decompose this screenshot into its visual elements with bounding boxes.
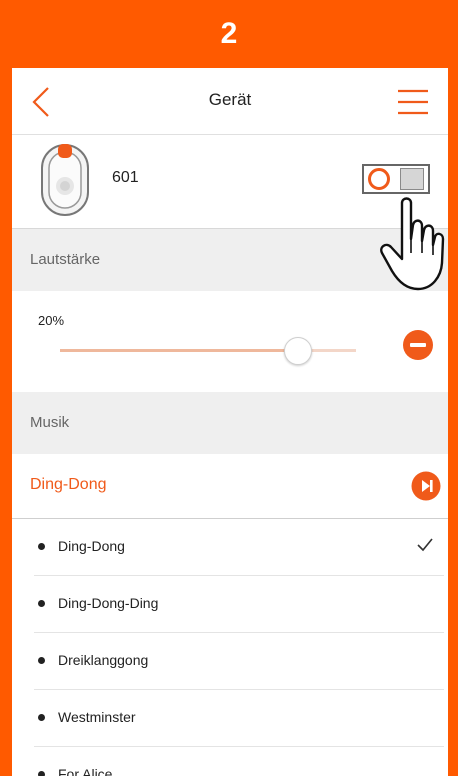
song-item[interactable]: For Alice xyxy=(34,747,444,776)
device-name: 601 xyxy=(112,169,139,186)
frame-border-left xyxy=(0,68,12,776)
song-label: Westminster xyxy=(58,709,136,725)
bullet xyxy=(38,657,45,664)
song-label: Dreiklanggong xyxy=(58,652,149,668)
menu-button[interactable] xyxy=(396,88,430,116)
bullet xyxy=(38,771,45,776)
volume-row: 20% xyxy=(12,291,448,392)
minus-circle-icon xyxy=(403,330,433,360)
song-label: Ding-Dong xyxy=(58,538,125,554)
slider-fill xyxy=(60,349,297,352)
play-preview-button[interactable] xyxy=(411,471,441,501)
frame-border-right xyxy=(448,68,458,776)
checkmark-icon xyxy=(417,538,433,552)
song-item[interactable]: Westminster xyxy=(34,690,444,747)
song-item[interactable]: Ding-Dong-Ding xyxy=(34,576,444,633)
volume-slider[interactable] xyxy=(60,337,356,365)
play-next-icon xyxy=(411,471,441,501)
song-label: For Alice xyxy=(58,766,113,776)
volume-decrease-button[interactable] xyxy=(402,329,434,361)
device-power-toggle[interactable] xyxy=(362,164,430,194)
bullet xyxy=(38,543,45,550)
hamburger-menu-icon xyxy=(398,89,428,115)
device-row: 601 xyxy=(12,134,448,229)
tutorial-frame: 2 Gerät 601 Lautstärke 20% Musik Ding-Do… xyxy=(0,0,458,776)
selected-song: Ding-Dong xyxy=(30,476,107,493)
volume-value: 20% xyxy=(38,313,65,328)
song-label: Ding-Dong-Ding xyxy=(58,595,159,611)
bullet xyxy=(38,714,45,721)
app-screen: Gerät 601 Lautstärke 20% Musik Ding-Dong… xyxy=(12,68,448,776)
step-number-banner: 2 xyxy=(0,0,458,68)
slider-thumb[interactable] xyxy=(283,337,312,365)
step-number: 2 xyxy=(220,17,238,50)
toggle-track xyxy=(400,168,424,190)
doorbell-device-icon xyxy=(41,144,89,216)
bullet xyxy=(38,600,45,607)
music-section-header: Musik xyxy=(12,392,448,454)
song-item[interactable]: Ding-Dong xyxy=(34,519,444,576)
selected-song-row[interactable]: Ding-Dong xyxy=(12,454,448,519)
page-title: Gerät xyxy=(208,90,252,109)
volume-section-header: Lautstärke xyxy=(12,229,448,291)
toggle-knob xyxy=(368,168,390,190)
song-item[interactable]: Dreiklanggong xyxy=(34,633,444,690)
song-list: Ding-Dong Ding-Dong-Ding Dreiklanggong W… xyxy=(12,519,448,776)
top-bar: Gerät xyxy=(12,68,448,135)
